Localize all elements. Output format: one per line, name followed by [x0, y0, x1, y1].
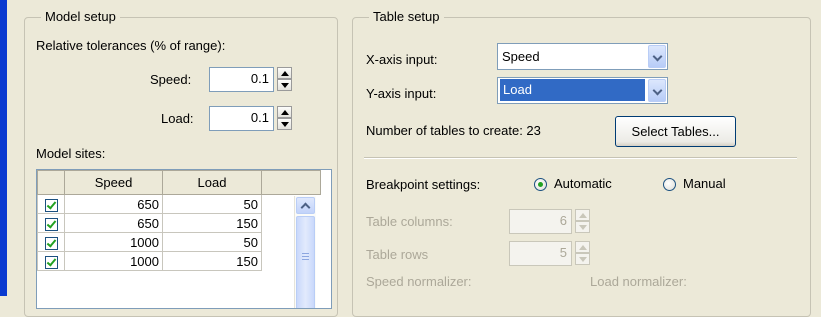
tolerances-label: Relative tolerances (% of range): [36, 38, 226, 53]
table-row[interactable]: 1000 50 [37, 232, 321, 252]
table-columns-input[interactable]: 6 [509, 209, 572, 234]
load-normalizer-label: Load normalizer: [590, 274, 687, 289]
cell-speed[interactable]: 650 [64, 194, 163, 214]
spin-up-button[interactable] [277, 67, 292, 79]
automatic-radio[interactable] [534, 178, 547, 191]
scroll-up-button[interactable] [296, 197, 315, 214]
arrow-down-icon [579, 257, 587, 262]
load-tolerance-label: Load: [161, 111, 194, 126]
manual-radio[interactable] [663, 178, 676, 191]
window-left-edge [0, 0, 7, 296]
table-columns-spinner[interactable] [575, 209, 590, 233]
model-sites-table: Speed Load 650 50 650 150 1000 50 1000 1… [37, 170, 321, 271]
column-header-load[interactable]: Load [162, 170, 262, 195]
column-header-speed[interactable]: Speed [64, 170, 163, 195]
table-setup-title: Table setup [369, 9, 444, 24]
check-column-header [37, 170, 65, 195]
grip-line [302, 256, 309, 257]
y-axis-selected-value: Load [500, 79, 645, 101]
checkbox [44, 255, 58, 269]
model-sites-panel: Speed Load 650 50 650 150 1000 50 1000 1… [36, 169, 332, 309]
checkbox [44, 198, 58, 212]
cell-load[interactable]: 150 [162, 213, 262, 233]
x-axis-select[interactable]: Speed [497, 43, 668, 70]
num-tables-label: Number of tables to create: 23 [366, 123, 541, 138]
breakpoint-settings-label: Breakpoint settings: [366, 177, 481, 192]
x-axis-label: X-axis input: [366, 52, 438, 67]
cell-load[interactable]: 150 [162, 251, 262, 271]
arrow-up-icon [579, 245, 587, 250]
speed-tolerance-spinner[interactable] [277, 67, 292, 91]
select-tables-button[interactable]: Select Tables... [615, 116, 736, 147]
grip-line [302, 259, 309, 260]
load-tolerance-input[interactable]: 0.1 [209, 106, 274, 131]
cell-load[interactable]: 50 [162, 194, 262, 214]
spin-up-button[interactable] [575, 241, 590, 253]
checkmark-icon [46, 255, 56, 267]
table-rows-spinner[interactable] [575, 241, 590, 265]
row-checkbox[interactable] [37, 251, 65, 271]
cell-speed[interactable]: 650 [64, 213, 163, 233]
dropdown-button[interactable] [648, 79, 666, 102]
model-setup-title: Model setup [41, 9, 120, 24]
chevron-up-icon [300, 202, 311, 213]
spin-down-button[interactable] [277, 79, 292, 91]
chevron-down-icon [652, 51, 663, 62]
cell-speed[interactable]: 1000 [64, 251, 163, 271]
y-axis-select[interactable]: Load [497, 77, 668, 104]
spin-up-button[interactable] [575, 209, 590, 221]
cell-speed[interactable]: 1000 [64, 232, 163, 252]
row-checkbox[interactable] [37, 194, 65, 214]
radio-selected-dot [538, 182, 543, 187]
sites-scrollbar[interactable] [294, 196, 316, 308]
manual-label[interactable]: Manual [683, 176, 726, 191]
model-sites-label: Model sites: [36, 146, 106, 161]
arrow-up-icon [281, 71, 289, 76]
arrow-down-icon [579, 225, 587, 230]
row-checkbox[interactable] [37, 232, 65, 252]
x-axis-selected-value: Speed [502, 49, 540, 64]
dropdown-button[interactable] [648, 45, 666, 68]
table-columns-label: Table columns: [366, 214, 453, 229]
grip-line [302, 253, 309, 254]
automatic-label[interactable]: Automatic [554, 176, 612, 191]
table-row[interactable]: 650 50 [37, 194, 321, 214]
row-checkbox[interactable] [37, 213, 65, 233]
column-header-filler [261, 170, 321, 195]
table-row[interactable]: 650 150 [37, 213, 321, 233]
checkbox [44, 236, 58, 250]
arrow-down-icon [281, 122, 289, 127]
speed-normalizer-label: Speed normalizer: [366, 274, 472, 289]
load-tolerance-spinner[interactable] [277, 106, 292, 130]
cell-load[interactable]: 50 [162, 232, 262, 252]
y-axis-label: Y-axis input: [366, 86, 437, 101]
speed-tolerance-label: Speed: [150, 72, 192, 87]
spin-down-button[interactable] [277, 118, 292, 130]
arrow-down-icon [281, 83, 289, 88]
arrow-up-icon [281, 110, 289, 115]
arrow-up-icon [579, 213, 587, 218]
spin-down-button[interactable] [575, 221, 590, 233]
section-divider [364, 157, 797, 159]
scroll-thumb[interactable] [296, 216, 315, 308]
chevron-down-icon [652, 85, 663, 96]
table-row[interactable]: 1000 150 [37, 251, 321, 271]
table-rows-label: Table rows [366, 247, 429, 262]
spin-down-button[interactable] [575, 253, 590, 265]
spin-up-button[interactable] [277, 106, 292, 118]
speed-tolerance-input[interactable]: 0.1 [209, 67, 274, 92]
checkmark-icon [46, 198, 56, 210]
checkmark-icon [46, 236, 56, 248]
checkmark-icon [46, 217, 56, 229]
checkbox [44, 217, 58, 231]
table-rows-input[interactable]: 5 [509, 241, 572, 266]
